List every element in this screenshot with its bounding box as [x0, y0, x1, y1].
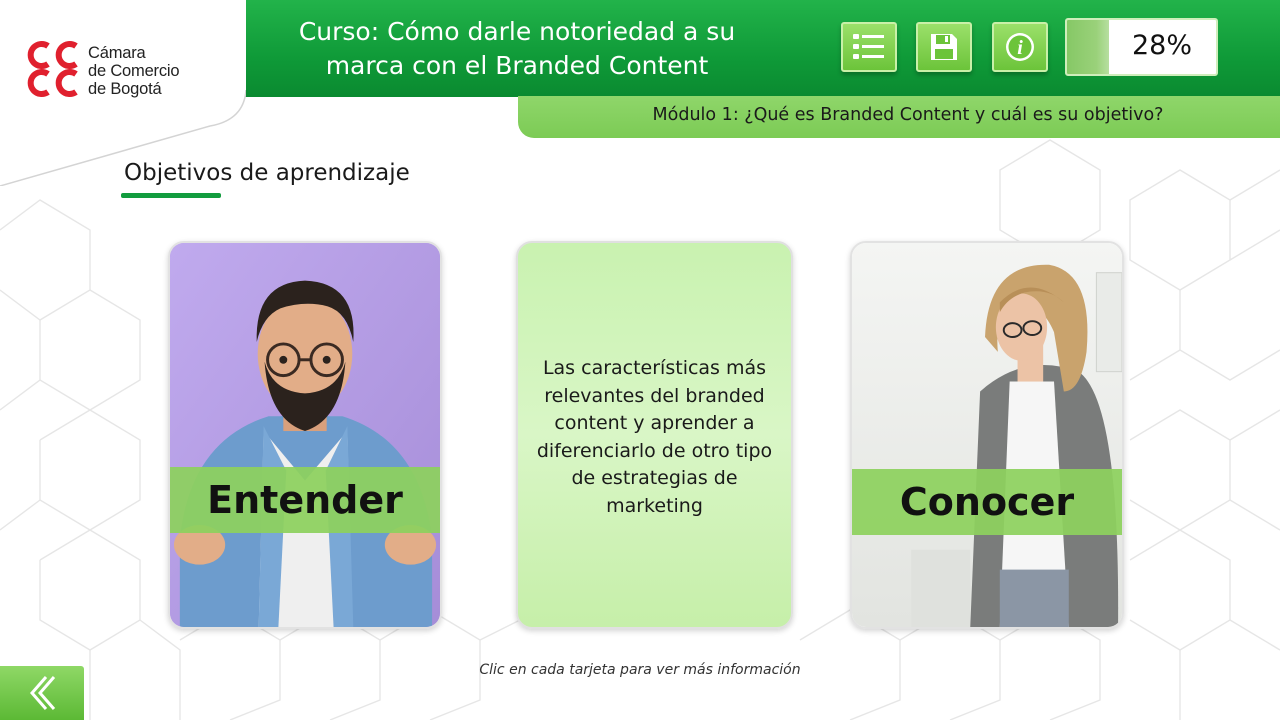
card-label: Entender — [170, 467, 440, 533]
course-title-line-1: Curso: Cómo darle notoriedad a su — [298, 17, 736, 46]
section-underline — [121, 193, 221, 198]
logo-line-1: Cámara — [88, 44, 146, 62]
chevron-left-double-icon — [30, 676, 56, 710]
instruction-hint: Clic en cada tarjeta para ver más inform… — [479, 662, 801, 678]
progress-text: 28% — [1131, 30, 1192, 61]
save-button[interactable] — [916, 22, 972, 72]
menu-list-icon — [853, 34, 884, 59]
course-title-line-2: marca con el Branded Content — [325, 51, 709, 80]
logo-line-2: de Comercio — [88, 62, 180, 80]
card-conocer[interactable]: Conocer — [850, 241, 1124, 629]
card-label: Conocer — [852, 469, 1122, 535]
woman-reading-document-photo — [852, 243, 1122, 627]
back-button[interactable] — [0, 666, 84, 720]
svg-text:i: i — [1017, 37, 1023, 59]
logo-line-3: de Bogotá — [88, 80, 162, 98]
module-bar: Módulo 1: ¿Qué es Branded Content y cuál… — [518, 96, 1280, 138]
card-description[interactable]: Las características más relevantes del b… — [516, 241, 793, 629]
card-description-text: Las características más relevantes del b… — [536, 357, 773, 517]
save-icon — [931, 34, 957, 60]
module-title: Módulo 1: ¿Qué es Branded Content y cuál… — [652, 105, 1164, 125]
chamber-logo-text: Cámara de Comercio de Bogotá — [88, 44, 180, 98]
course-title: Curso: Cómo darle notoriedad a su marca … — [262, 15, 772, 83]
progress-fill — [1067, 20, 1109, 74]
card-entender[interactable]: Entender — [168, 241, 442, 629]
bearded-man-with-glasses-photo — [170, 243, 440, 627]
progress-indicator: 28% — [1065, 18, 1218, 76]
menu-button[interactable] — [841, 22, 897, 72]
info-icon: i — [1006, 33, 1034, 61]
chamber-logo-icon — [27, 41, 78, 97]
info-button[interactable]: i — [992, 22, 1048, 72]
